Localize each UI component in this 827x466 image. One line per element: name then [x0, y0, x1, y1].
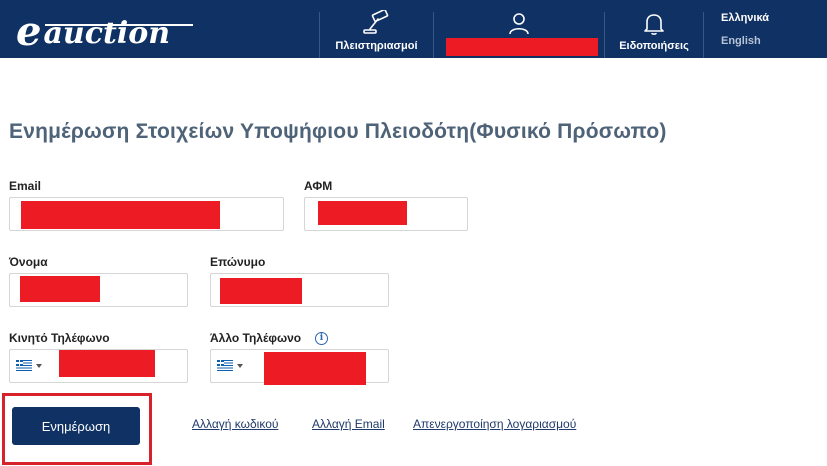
other-phone-label: Άλλο Τηλέφωνο	[210, 331, 302, 345]
redacted-other-phone	[264, 352, 366, 385]
change-password-link[interactable]: Αλλαγή κωδικού	[192, 417, 278, 431]
info-icon[interactable]: i	[315, 332, 328, 345]
language-greek[interactable]: Ελληνικά	[721, 12, 769, 24]
update-button[interactable]: Ενημέρωση	[12, 407, 140, 445]
eauction-logo[interactable]: e auction	[16, 4, 170, 52]
top-header: e auction Πλειστηριασμοί Ειδοποιήσεις Ελ…	[0, 0, 827, 58]
nav-auctions[interactable]: Πλειστηριασμοί	[320, 0, 433, 58]
greece-flag-icon	[217, 360, 233, 371]
logo-underline	[45, 24, 193, 26]
caret-down-icon	[36, 363, 42, 368]
country-code-selector[interactable]	[217, 360, 243, 371]
redacted-afm	[318, 201, 407, 225]
nav-notifications[interactable]: Ειδοποιήσεις	[605, 0, 703, 58]
change-email-link[interactable]: Αλλαγή Email	[312, 417, 385, 431]
bell-icon	[644, 14, 664, 35]
country-code-selector[interactable]	[16, 360, 42, 371]
mobile-phone-label: Κινητό Τηλέφωνο	[9, 331, 110, 345]
redacted-mobile-phone	[59, 350, 155, 377]
deactivate-account-link[interactable]: Απενεργοποίηση λογαριασμού	[413, 417, 576, 431]
user-icon	[509, 13, 529, 35]
page-title: Ενημέρωση Στοιχείων Υποψήφιου Πλειοδότη(…	[9, 120, 667, 143]
language-english[interactable]: English	[721, 35, 761, 47]
redacted-username	[446, 38, 598, 56]
email-label: Email	[9, 179, 42, 193]
gavel-icon	[362, 10, 388, 34]
nav-auctions-label: Πλειστηριασμοί	[335, 40, 418, 52]
nav-separator	[703, 12, 704, 58]
last-name-label: Επώνυμο	[210, 255, 266, 269]
redacted-last-name	[220, 278, 302, 304]
redacted-first-name	[20, 276, 100, 302]
afm-label: ΑΦΜ	[304, 179, 333, 193]
caret-down-icon	[237, 363, 243, 368]
first-name-label: Όνομα	[9, 255, 48, 269]
greece-flag-icon	[16, 360, 32, 371]
logo-e: e	[16, 8, 42, 55]
redacted-email	[21, 201, 220, 229]
nav-notifications-label: Ειδοποιήσεις	[619, 40, 689, 52]
